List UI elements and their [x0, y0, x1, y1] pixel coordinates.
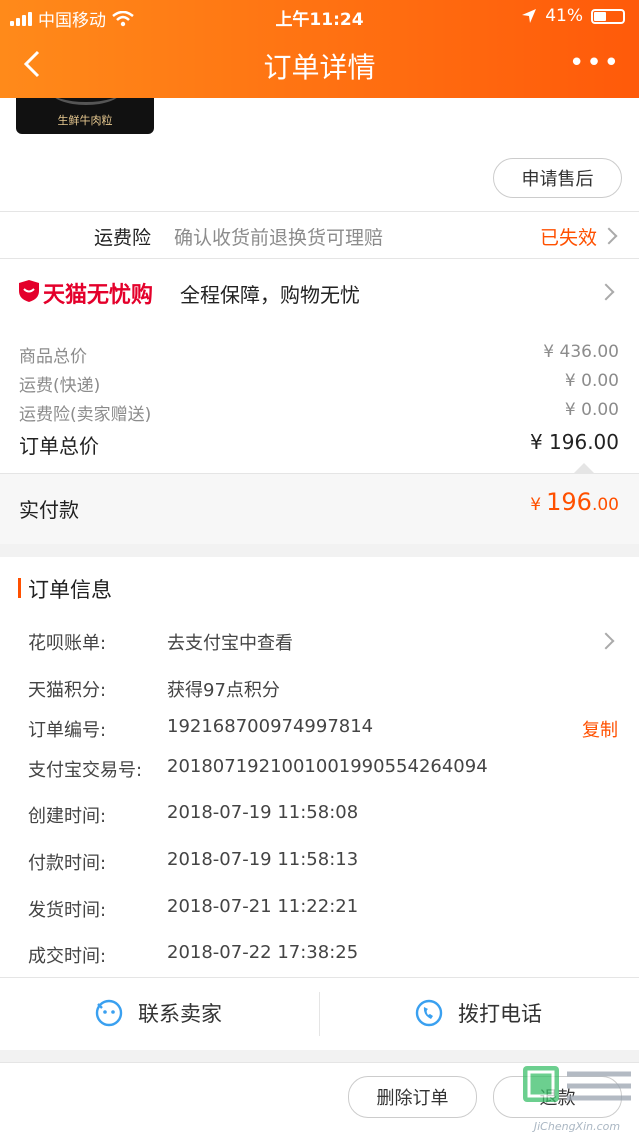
insurance-status[interactable]: 已失效	[540, 223, 597, 250]
guarantee-desc: 全程保障，购物无忧	[180, 283, 360, 307]
product-image-text: 生鲜牛肉粒	[57, 114, 113, 127]
after-sale-button[interactable]: 申请售后	[493, 158, 622, 198]
battery-percent: 41%	[545, 6, 583, 26]
row-value-completed: 2018-07-22 17:38:25	[167, 942, 359, 963]
row-value-points: 获得97点积分	[167, 680, 280, 701]
call-phone-label: 拨打电话	[458, 1002, 542, 1026]
paid-label: 实付款	[19, 498, 79, 522]
divider	[0, 211, 639, 212]
insurance-fee-label: 运费险(卖家赠送)	[19, 405, 152, 425]
insurance-desc: 确认收货前退换货可理赔	[174, 227, 384, 249]
more-icon[interactable]: •••	[569, 48, 621, 78]
row-label-order-no: 订单编号:	[28, 720, 107, 741]
order-total-value: ¥ 196.00	[529, 430, 619, 454]
paid-decimal: .00	[591, 495, 619, 515]
page-title: 订单详情	[263, 51, 376, 84]
goods-total-value: ¥ 436.00	[543, 342, 619, 362]
row-label-alipay-no: 支付宝交易号:	[28, 760, 143, 781]
section-accent-bar	[18, 578, 21, 598]
goods-total-label: 商品总价	[19, 347, 87, 367]
order-info-title: 订单信息	[28, 578, 112, 602]
tmall-shield-icon	[19, 280, 39, 302]
watermark-text: JiChengXin.com	[533, 1120, 621, 1133]
header: 中国移动 上午11:24 41% 订单详情 •••	[0, 0, 639, 98]
watermark-logo	[523, 1066, 631, 1102]
copy-button[interactable]: 复制	[582, 716, 618, 742]
paid-integer: 196	[546, 488, 592, 516]
delete-order-button[interactable]: 删除订单	[348, 1076, 477, 1118]
shipping-label: 运费(快递)	[19, 376, 101, 396]
row-label-shipped: 发货时间:	[28, 900, 107, 921]
row-value-order-no: 192168700974997814	[167, 716, 374, 737]
row-value-huabei[interactable]: 去支付宝中查看	[167, 629, 293, 655]
battery-icon	[591, 8, 625, 24]
phone-icon	[415, 999, 443, 1027]
row-label-paid-time: 付款时间:	[28, 853, 107, 874]
paid-value: ¥ 196.00	[530, 488, 619, 516]
row-value-alipay-no: 2018071921001001990554264094	[167, 756, 488, 777]
shipping-value: ¥ 0.00	[564, 371, 619, 391]
call-phone-button[interactable]: 拨打电话	[414, 998, 542, 1028]
guarantee-brand: 天猫无忧购	[43, 283, 154, 308]
nav-bar: 订单详情 •••	[0, 32, 639, 98]
contact-seller-label: 联系卖家	[138, 1002, 222, 1026]
order-total-label: 订单总价	[19, 434, 99, 458]
caret-up-icon	[574, 463, 594, 473]
status-bar: 中国移动 上午11:24 41%	[0, 0, 639, 32]
location-icon	[522, 9, 537, 23]
row-label-created: 创建时间:	[28, 806, 107, 827]
contact-divider	[319, 992, 320, 1036]
row-value-shipped: 2018-07-21 11:22:21	[167, 896, 359, 917]
row-label-points: 天猫积分:	[28, 680, 107, 701]
watermark: JiChengXin.com	[515, 1060, 639, 1136]
insurance-fee-value: ¥ 0.00	[564, 400, 619, 420]
chat-bubble-icon	[95, 999, 123, 1027]
row-label-huabei: 花呗账单:	[28, 633, 107, 654]
insurance-label: 运费险	[94, 227, 152, 249]
row-value-created: 2018-07-19 11:58:08	[167, 802, 359, 823]
product-image[interactable]: 生鲜牛肉粒	[16, 98, 154, 134]
row-value-paid-time: 2018-07-19 11:58:13	[167, 849, 359, 870]
status-right: 41%	[521, 6, 625, 26]
contact-seller-button[interactable]: 联系卖家	[94, 998, 222, 1028]
row-label-completed: 成交时间:	[28, 946, 107, 967]
paid-symbol: ¥	[530, 495, 542, 515]
